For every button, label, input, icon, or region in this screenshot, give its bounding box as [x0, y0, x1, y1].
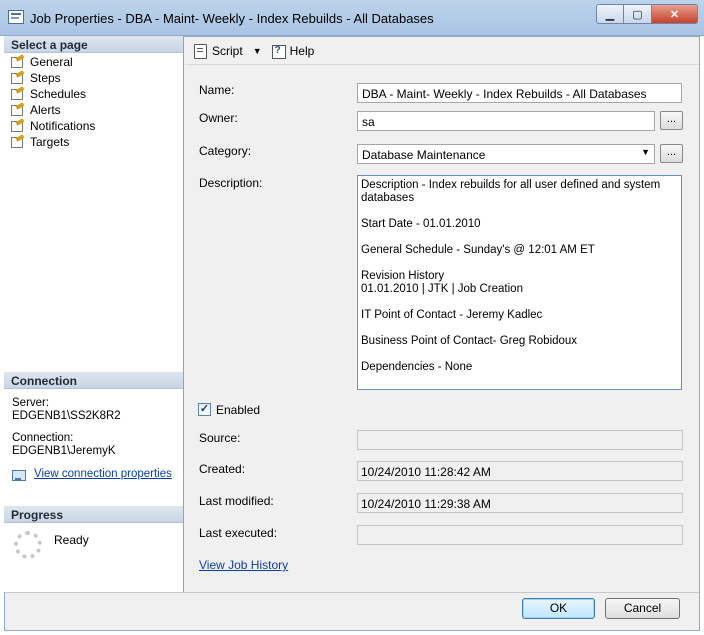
title-bar: Job Properties - DBA - Maint- Weekly - I…	[0, 0, 704, 36]
script-icon	[193, 43, 207, 59]
window-title: Job Properties - DBA - Maint- Weekly - I…	[30, 11, 434, 26]
category-selected-value: Database Maintenance	[362, 148, 486, 162]
script-button[interactable]: Script ▼	[193, 43, 262, 59]
page-label: Targets	[30, 135, 70, 149]
page-item-steps[interactable]: Steps	[10, 70, 183, 86]
last-executed-field	[357, 525, 683, 545]
category-select[interactable]: Database Maintenance ▼	[357, 144, 655, 164]
description-line: General Schedule - Sunday's @ 12:01 AM E…	[361, 244, 595, 256]
wrench-page-icon	[10, 88, 24, 100]
page-list: General Steps Schedules Alerts Notificat…	[4, 53, 183, 150]
wrench-page-icon	[10, 136, 24, 148]
last-modified-label: Last modified:	[199, 494, 274, 508]
page-item-notifications[interactable]: Notifications	[10, 118, 183, 134]
view-connection-properties[interactable]: View connection properties	[12, 468, 175, 481]
connection-properties-icon	[12, 469, 26, 481]
select-page-header: Select a page	[4, 36, 183, 53]
connection-label: Connection:	[12, 432, 74, 444]
wrench-page-icon	[10, 56, 24, 68]
enabled-label: Enabled	[216, 403, 261, 417]
job-properties-icon	[8, 10, 24, 24]
owner-label: Owner:	[199, 111, 238, 125]
category-label: Category:	[199, 144, 252, 158]
description-line: Business Point of Contact- Greg Robidoux	[361, 335, 578, 347]
wrench-page-icon	[10, 72, 24, 84]
description-line: Dependencies - None	[361, 361, 473, 373]
script-label: Script	[212, 43, 243, 58]
window-controls: ▁ ▢ ✕	[596, 4, 698, 24]
maximize-button[interactable]: ▢	[624, 4, 652, 24]
page-label: Schedules	[30, 87, 87, 101]
description-line: IT Point of Contact - Jeremy Kadlec	[361, 309, 543, 321]
progress-section: Progress Ready	[4, 506, 183, 559]
connection-section: Connection Server: EDGENB1\SS2K8R2 Conne…	[4, 372, 183, 489]
owner-browse-button[interactable]: ...	[660, 111, 683, 130]
description-line: 01.01.2010 | JTK | Job Creation	[361, 283, 523, 295]
left-panel: Select a page General Steps Schedules Al…	[4, 36, 184, 592]
last-executed-label: Last executed:	[199, 526, 278, 540]
server-label: Server:	[12, 397, 50, 409]
page-label: General	[30, 55, 73, 69]
description-line: Revision History	[361, 270, 445, 282]
wrench-page-icon	[10, 120, 24, 132]
script-dropdown-arrow-icon[interactable]: ▼	[253, 46, 262, 56]
source-field	[357, 430, 683, 450]
help-label: Help	[289, 43, 315, 58]
page-label: Alerts	[30, 103, 61, 117]
description-label: Description:	[199, 176, 263, 190]
help-button[interactable]: Help	[271, 43, 315, 59]
help-icon	[271, 44, 286, 59]
connection-value: EDGENB1\JeremyK	[12, 445, 116, 457]
connection-header: Connection	[4, 372, 183, 389]
created-label: Created:	[199, 462, 246, 476]
view-connection-properties-link[interactable]: View connection properties	[34, 468, 172, 481]
page-label: Notifications	[30, 119, 96, 133]
name-input[interactable]: DBA - Maint- Weekly - Index Rebuilds - A…	[357, 83, 682, 103]
enabled-checkbox[interactable]: ✓	[198, 403, 211, 416]
last-modified-field: 10/24/2010 11:29:38 AM	[357, 493, 683, 513]
progress-status: Ready	[54, 533, 89, 547]
description-line: Start Date - 01.01.2010	[361, 218, 481, 230]
source-label: Source:	[199, 431, 241, 445]
cancel-button[interactable]: Cancel	[605, 598, 680, 619]
page-item-schedules[interactable]: Schedules	[10, 86, 183, 102]
server-value: EDGENB1\SS2K8R2	[12, 410, 121, 422]
toolbar: Script ▼ Help	[185, 37, 699, 65]
page-item-general[interactable]: General	[10, 54, 183, 70]
owner-input[interactable]: sa	[357, 111, 655, 131]
page-item-targets[interactable]: Targets	[10, 134, 183, 150]
page-label: Steps	[30, 71, 61, 85]
progress-spinner-icon	[14, 531, 42, 559]
name-label: Name:	[199, 83, 235, 97]
ok-button[interactable]: OK	[522, 598, 595, 619]
chevron-down-icon[interactable]: ▼	[641, 147, 650, 157]
close-button[interactable]: ✕	[652, 4, 698, 24]
category-browse-button[interactable]: ...	[660, 144, 683, 163]
created-field: 10/24/2010 11:28:42 AM	[357, 461, 683, 481]
page-item-alerts[interactable]: Alerts	[10, 102, 183, 118]
progress-header: Progress	[4, 506, 183, 523]
wrench-page-icon	[10, 104, 24, 116]
description-textarea[interactable]: Description - Index rebuilds for all use…	[357, 175, 682, 390]
minimize-button[interactable]: ▁	[596, 4, 624, 24]
view-job-history-link[interactable]: View Job History	[199, 558, 288, 572]
description-line: Description - Index rebuilds for all use…	[361, 179, 661, 204]
